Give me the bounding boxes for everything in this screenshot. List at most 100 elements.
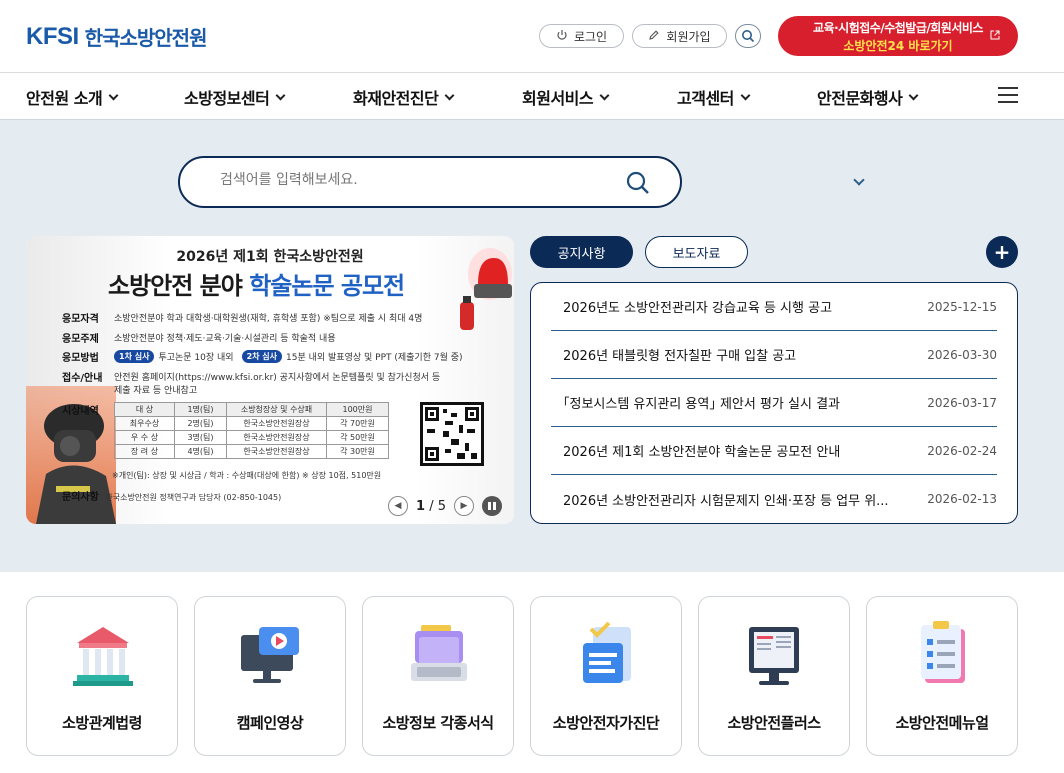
card-label: 소방안전자가진단	[552, 714, 660, 732]
chevron-right-icon: ▶	[460, 501, 468, 511]
nav-item-customer[interactable]: 고객센터	[677, 85, 751, 109]
nav-item-diagnosis[interactable]: 화재안전진단	[353, 85, 455, 109]
notice-title: ｢정보시스템 유지관리 용역｣ 제안서 평가 실시 결과	[563, 397, 840, 412]
plus-icon: +	[993, 240, 1011, 264]
chevron-down-icon[interactable]	[853, 174, 865, 186]
table-cell: 대 상	[114, 402, 175, 417]
login-label: 로그인	[573, 29, 608, 44]
banner-row: 응모방법 1차 심사 투고논문 10장 내외 2차 심사 15분 내외 발표영상…	[62, 349, 463, 364]
notice-title: 2026년 소방안전관리자 시험문제지 인쇄·포장 등 업무 위...	[563, 493, 889, 509]
table-cell: 100만원	[326, 402, 389, 417]
notice-item[interactable]: ｢정보시스템 유지관리 용역｣ 제안서 평가 실시 결과 2026-03-17	[551, 379, 997, 427]
notice-list: 2026년도 소방안전관리자 강습교육 등 시행 공고 2025-12-15 20…	[530, 282, 1018, 524]
quick-card-plus[interactable]: 소방안전플러스	[698, 596, 850, 756]
row-text: 15분 내외 발표영상 및 PPT (제출기한 7월 중)	[286, 353, 463, 363]
quick-card-manual[interactable]: 소방안전메뉴얼	[866, 596, 1018, 756]
card-label: 소방정보 각종서식	[382, 714, 494, 732]
tab-press[interactable]: 보도자료	[645, 236, 748, 268]
row-label: 응모자격	[62, 314, 99, 325]
nav-item-info-center[interactable]: 소방정보센터	[184, 85, 286, 109]
next-slide-button[interactable]: ▶	[453, 496, 474, 516]
logo-mark: KFSI	[26, 22, 79, 50]
notice-item[interactable]: 2026년 제1회 소방안전분야 학술논문 공모전 안내 2026-02-24	[551, 427, 997, 475]
chevron-down-icon	[908, 90, 919, 100]
notice-date: 2026-02-24	[927, 443, 997, 458]
nav-label: 안전원 소개	[26, 89, 103, 108]
cta-line1: 교육·시험접수/수첩발급/회원서비스	[813, 21, 983, 35]
quick-menu: 소방관계법령 캠페인영상 소방정보 각종서식 소방안전자가진단 소방안전플러스 …	[0, 572, 1064, 773]
nav-label: 소방정보센터	[184, 89, 270, 108]
search-icon[interactable]	[625, 170, 651, 196]
table-row: 장 려 상 4명(팀) 한국소방안전원장상 각 30만원	[114, 444, 389, 459]
notice-title: 2026년도 소방안전관리자 강습교육 등 시행 공고	[563, 301, 833, 316]
notice-item[interactable]: 2026년도 소방안전관리자 강습교육 등 시행 공고 2025-12-15	[551, 283, 997, 331]
contest-banner[interactable]: 2026년 제1회 한국소방안전원 소방안전 분야 학술논문 공모전 응모자격 소…	[26, 236, 514, 524]
notice-item[interactable]: 2026년 태블릿형 전자칠판 구매 입찰 공고 2026-03-30	[551, 331, 997, 379]
contact-info: 문의사항 한국소방안전원 정책연구과 담당자 (02-850-1045)	[62, 488, 281, 503]
folder-laptop-icon	[411, 625, 467, 681]
pause-button[interactable]	[481, 496, 502, 516]
header-search-button[interactable]	[735, 24, 761, 48]
login-button[interactable]: 로그인	[539, 24, 624, 48]
table-cell: 한국소방안전원장상	[226, 416, 327, 431]
quick-card-law[interactable]: 소방관계법령	[26, 596, 178, 756]
search-input[interactable]	[220, 172, 600, 188]
video-monitor-icon	[241, 627, 299, 683]
notice-date: 2026-02-13	[927, 492, 997, 506]
prev-slide-button[interactable]: ◀	[388, 496, 408, 516]
logo-text: 한국소방안전원	[84, 26, 208, 50]
table-cell: 1명(팀)	[174, 402, 227, 417]
menu-icon[interactable]	[998, 87, 1018, 105]
notice-item[interactable]: 2026년 소방안전관리자 시험문제지 인쇄·포장 등 업무 위... 2026-…	[551, 475, 997, 523]
banner-row: 접수/안내 안전원 홈페이지(https://www.kfsi.or.kr) 공지…	[62, 369, 440, 384]
banner-row: 응모주제 소방안전분야 정책·제도·교육·기술·시설관리 등 학술적 내용	[62, 330, 336, 345]
quick-card-forms[interactable]: 소방정보 각종서식	[362, 596, 514, 756]
power-icon	[556, 29, 568, 44]
site-logo[interactable]: KFSI 한국소방안전원	[26, 22, 208, 51]
law-building-icon	[73, 627, 133, 686]
banner-title-a: 소방안전 분야	[108, 272, 243, 300]
row-label: 응모주제	[62, 334, 99, 345]
notice-date: 2026-03-17	[927, 395, 997, 410]
tab-notices[interactable]: 공지사항	[530, 236, 633, 268]
table-cell: 각 70만원	[326, 416, 389, 431]
nav-label: 고객센터	[677, 89, 734, 108]
slide-total: / 5	[429, 498, 446, 514]
nav-label: 화재안전진단	[353, 89, 439, 108]
nav-label: 안전문화행사	[817, 89, 903, 108]
banner-row: 제출 자료 등 안내참고	[62, 383, 197, 396]
quick-card-video[interactable]: 캠페인영상	[194, 596, 346, 756]
join-label: 회원가입	[666, 29, 711, 44]
table-cell: 최우수상	[114, 416, 175, 431]
join-button[interactable]: 회원가입	[632, 24, 727, 48]
banner-subtitle: 2026년 제1회 한국소방안전원	[176, 249, 364, 265]
site-header: KFSI 한국소방안전원 로그인 회원가입 교육·시험접수/수첩발급/회원서비스…	[0, 0, 1064, 72]
banner-title: 소방안전 분야 학술논문 공모전	[108, 266, 405, 301]
hero-section: 2026년 제1회 한국소방안전원 소방안전 분야 학술논문 공모전 응모자격 소…	[0, 120, 1064, 572]
table-cell: 한국소방안전원장상	[226, 430, 327, 445]
safety24-shortcut-button[interactable]: 교육·시험접수/수첩발급/회원서비스 소방안전24 바로가기	[778, 16, 1018, 56]
nav-item-culture[interactable]: 안전문화행사	[817, 85, 919, 109]
stage1-badge: 1차 심사	[114, 350, 155, 363]
contact-text: 한국소방안전원 정책연구과 담당자 (02-850-1045)	[105, 493, 282, 502]
notice-title: 2026년 태블릿형 전자칠판 구매 입찰 공고	[563, 349, 797, 364]
table-row: 최우수상 2명(팀) 한국소방안전원장상 각 70만원	[114, 416, 389, 431]
quick-card-self-check[interactable]: 소방안전자가진단	[530, 596, 682, 756]
row-label: 접수/안내	[62, 373, 103, 384]
table-cell: 2명(팀)	[174, 416, 227, 431]
more-button[interactable]: +	[986, 236, 1018, 268]
chevron-down-icon	[599, 90, 610, 100]
row-text: 투고논문 10장 내외	[158, 353, 234, 363]
search-bar	[178, 156, 682, 208]
nav-item-about[interactable]: 안전원 소개	[26, 85, 119, 109]
nav-label: 회원서비스	[522, 89, 594, 108]
banner-title-b: 학술논문 공모전	[249, 272, 405, 300]
row-text: 소방안전분야 학과 대학생·대학원생(재학, 휴학생 포함) ※팀으로 제출 시…	[114, 314, 423, 324]
card-label: 소방안전메뉴얼	[895, 714, 989, 732]
nav-item-member[interactable]: 회원서비스	[522, 85, 610, 109]
table-cell: 각 30만원	[326, 444, 389, 459]
notice-date: 2025-12-15	[927, 299, 997, 314]
row-text: 제출 자료 등 안내참고	[114, 386, 198, 396]
slide-current: 1	[416, 498, 426, 514]
notice-date: 2026-03-30	[927, 347, 997, 362]
